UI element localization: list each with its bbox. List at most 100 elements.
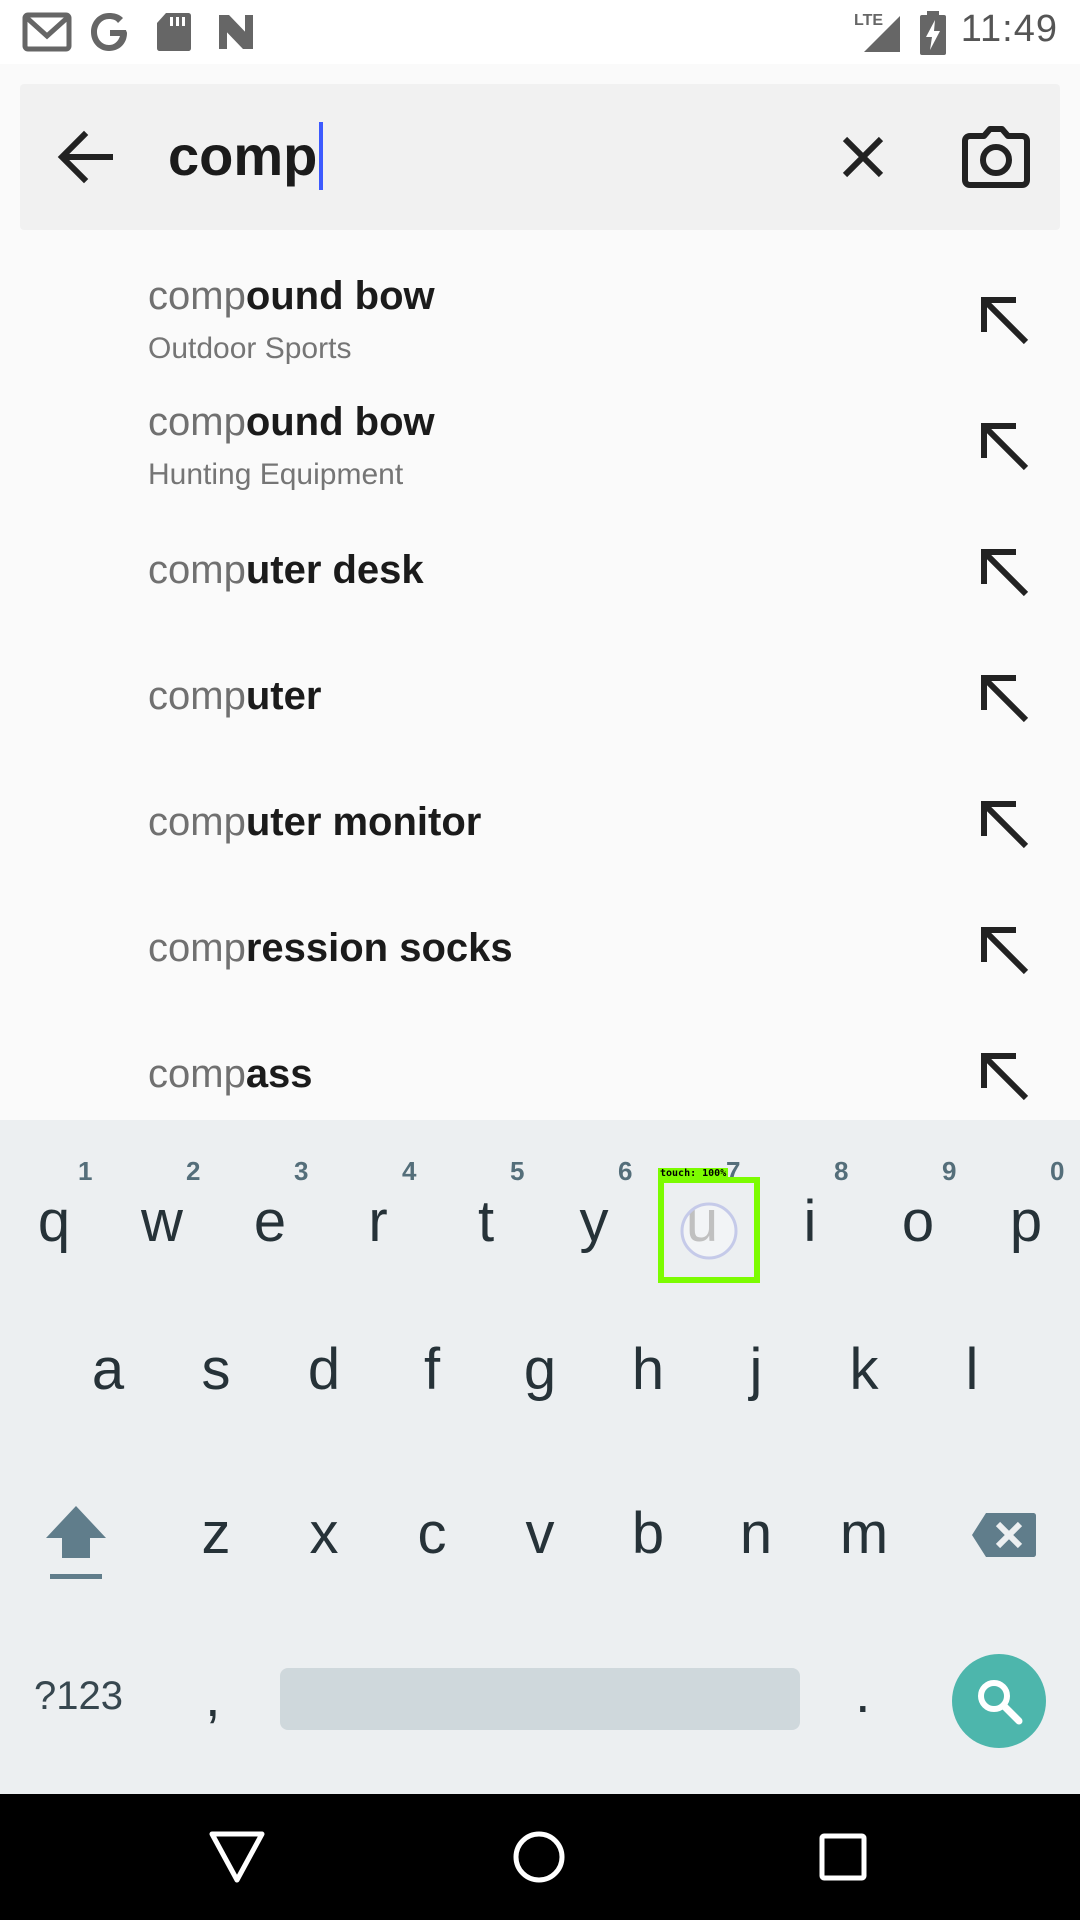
arrow-up-left-icon[interactable] bbox=[976, 1048, 1034, 1106]
key-label: o bbox=[901, 1189, 935, 1254]
suggestion-text: computer bbox=[148, 674, 322, 718]
search-key[interactable] bbox=[952, 1654, 1046, 1748]
arrow-up-left-icon[interactable] bbox=[976, 796, 1034, 854]
navigation-bar bbox=[0, 1794, 1080, 1920]
key-e[interactable]: 3e bbox=[216, 1148, 324, 1298]
key-label: p bbox=[1009, 1189, 1043, 1254]
key-o[interactable]: 9o bbox=[864, 1148, 972, 1298]
key-r[interactable]: 4r bbox=[324, 1148, 432, 1298]
backspace-icon[interactable] bbox=[970, 1510, 1038, 1560]
key-label: m bbox=[839, 1501, 889, 1566]
key-comma[interactable]: , bbox=[205, 1664, 221, 1729]
key-h[interactable]: h bbox=[594, 1296, 702, 1446]
suggestion-item[interactable]: compound bow Hunting Equipment bbox=[0, 390, 1080, 516]
key-y[interactable]: 6y bbox=[540, 1148, 648, 1298]
key-hint: 0 bbox=[1050, 1156, 1065, 1186]
suggestion-text: computer desk bbox=[148, 548, 424, 592]
arrow-back-icon[interactable] bbox=[50, 122, 120, 192]
search-input[interactable]: comp bbox=[168, 118, 324, 194]
suggestion-item[interactable]: computer desk bbox=[0, 516, 1080, 642]
key-hint: 6 bbox=[618, 1156, 633, 1186]
suggestion-item[interactable]: computer monitor bbox=[0, 768, 1080, 894]
key-label: v bbox=[525, 1501, 555, 1566]
suggestion-text: compass bbox=[148, 1052, 313, 1096]
key-label: s bbox=[201, 1337, 231, 1402]
key-d[interactable]: d bbox=[270, 1296, 378, 1446]
suggestion-text: compound bow bbox=[148, 274, 435, 318]
key-label: f bbox=[423, 1337, 441, 1402]
clock: 11:49 bbox=[960, 8, 1058, 50]
key-b[interactable]: b bbox=[594, 1460, 702, 1610]
key-label: j bbox=[749, 1337, 763, 1402]
key-period[interactable]: . bbox=[855, 1660, 871, 1725]
arrow-up-left-icon[interactable] bbox=[976, 292, 1034, 350]
suggestion-item[interactable]: compass bbox=[0, 1020, 1080, 1120]
key-f[interactable]: f bbox=[378, 1296, 486, 1446]
key-label: l bbox=[965, 1337, 979, 1402]
key-hint: 9 bbox=[942, 1156, 957, 1186]
arrow-up-left-icon[interactable] bbox=[976, 418, 1034, 476]
camera-icon[interactable] bbox=[960, 122, 1032, 194]
key-l[interactable]: l bbox=[918, 1296, 1026, 1446]
google-icon bbox=[91, 13, 127, 51]
shift-icon[interactable] bbox=[40, 1500, 112, 1582]
key-label: y bbox=[579, 1189, 609, 1254]
key-label: x bbox=[309, 1501, 339, 1566]
text-cursor bbox=[319, 122, 324, 190]
key-s[interactable]: s bbox=[162, 1296, 270, 1446]
key-m[interactable]: m bbox=[810, 1460, 918, 1610]
key-t[interactable]: 5t bbox=[432, 1148, 540, 1298]
arrow-up-left-icon[interactable] bbox=[976, 670, 1034, 728]
suggestion-category: Outdoor Sports bbox=[148, 332, 352, 365]
suggestion-category: Hunting Equipment bbox=[148, 458, 404, 491]
gmail-icon bbox=[22, 12, 72, 52]
key-a[interactable]: a bbox=[54, 1296, 162, 1446]
n-icon bbox=[219, 15, 253, 49]
key-label: q bbox=[37, 1189, 71, 1254]
key-k[interactable]: k bbox=[810, 1296, 918, 1446]
key-label: i bbox=[803, 1189, 817, 1254]
key-z[interactable]: z bbox=[162, 1460, 270, 1610]
suggestion-item[interactable]: compression socks bbox=[0, 894, 1080, 1020]
key-label: c bbox=[417, 1501, 447, 1566]
suggestion-item[interactable]: compound bow Outdoor Sports bbox=[0, 264, 1080, 390]
key-w[interactable]: 2w bbox=[108, 1148, 216, 1298]
key-hint: 8 bbox=[834, 1156, 849, 1186]
nav-recents-icon[interactable] bbox=[810, 1824, 876, 1890]
key-v[interactable]: v bbox=[486, 1460, 594, 1610]
key-hint: 2 bbox=[186, 1156, 201, 1186]
arrow-up-left-icon[interactable] bbox=[976, 544, 1034, 602]
symbols-key[interactable]: ?123 bbox=[34, 1674, 123, 1719]
key-label: t bbox=[477, 1189, 495, 1254]
key-label: e bbox=[253, 1189, 287, 1254]
key-q[interactable]: 1q bbox=[0, 1148, 108, 1298]
key-hint: 4 bbox=[402, 1156, 417, 1186]
search-bar: comp bbox=[20, 84, 1060, 230]
search-icon bbox=[978, 1680, 1023, 1725]
key-n[interactable]: n bbox=[702, 1460, 810, 1610]
suggestion-item[interactable]: computer bbox=[0, 642, 1080, 768]
key-p[interactable]: 0p bbox=[972, 1148, 1080, 1298]
key-label: h bbox=[631, 1337, 665, 1402]
nav-home-icon[interactable] bbox=[506, 1824, 572, 1890]
battery-charging-icon bbox=[920, 11, 946, 55]
close-icon[interactable] bbox=[830, 124, 896, 190]
key-j[interactable]: j bbox=[702, 1296, 810, 1446]
nav-back-icon[interactable] bbox=[204, 1824, 270, 1890]
key-i[interactable]: 8i bbox=[756, 1148, 864, 1298]
key-g[interactable]: g bbox=[486, 1296, 594, 1446]
touch-point-icon bbox=[680, 1202, 738, 1260]
key-label: k bbox=[849, 1337, 879, 1402]
key-label: w bbox=[141, 1189, 183, 1254]
key-x[interactable]: x bbox=[270, 1460, 378, 1610]
space-bar[interactable] bbox=[280, 1668, 800, 1730]
key-c[interactable]: c bbox=[378, 1460, 486, 1610]
key-label: g bbox=[523, 1337, 557, 1402]
keyboard: 1q 2w 3e 4r 5t 6y 7u 8i 9o 0p touch: 100… bbox=[0, 1120, 1080, 1794]
arrow-up-left-icon[interactable] bbox=[976, 922, 1034, 980]
key-label: r bbox=[368, 1189, 388, 1254]
suggestion-text: computer monitor bbox=[148, 800, 482, 844]
key-label: n bbox=[739, 1501, 773, 1566]
key-label: z bbox=[201, 1501, 231, 1566]
key-label: b bbox=[631, 1501, 665, 1566]
